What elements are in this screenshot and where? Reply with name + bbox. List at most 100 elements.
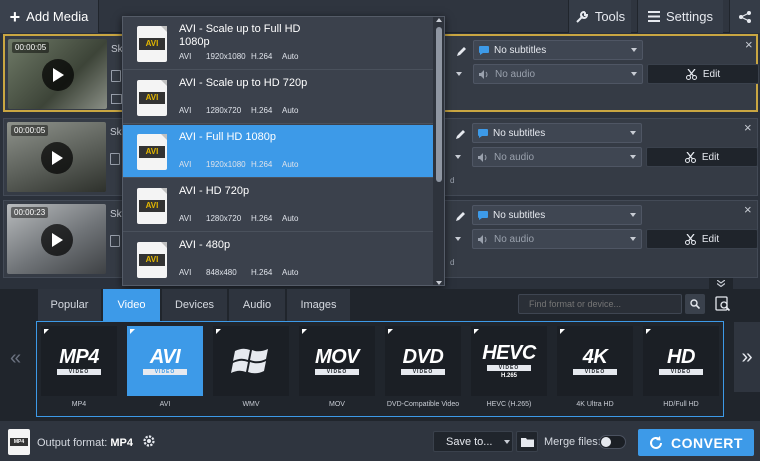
close-icon[interactable]: ×	[745, 38, 753, 51]
rename-pencil-icon[interactable]	[451, 42, 471, 60]
subtitles-value: No subtitles	[493, 209, 546, 221]
rename-pencil-icon[interactable]	[450, 207, 470, 225]
expand-panel-toggle[interactable]	[709, 278, 733, 289]
format-hevc[interactable]: HEVC VIDEO H.265 HEVC (H.265)	[471, 326, 547, 414]
format-wmv[interactable]: WMV	[213, 326, 289, 414]
gear-icon[interactable]	[141, 433, 157, 449]
duration-label: 00:00:05	[11, 125, 49, 136]
output-format-icon[interactable]: MP4	[8, 429, 30, 455]
edit-label: Edit	[701, 233, 720, 245]
format-avi[interactable]: AVI VIDEO AVI	[127, 326, 203, 414]
subtitles-select[interactable]: No subtitles	[472, 123, 642, 143]
chevron-down-icon	[504, 440, 510, 444]
speaker-icon	[478, 152, 489, 162]
share-button[interactable]	[729, 0, 760, 33]
file-info-icon[interactable]	[111, 70, 121, 82]
video-thumbnail[interactable]: 00:00:23	[7, 204, 106, 274]
wrench-icon	[575, 10, 589, 24]
subtitles-value: No subtitles	[494, 44, 547, 56]
menu-icon	[648, 11, 660, 22]
avi-file-icon: AVI	[137, 188, 167, 224]
hevc-logo-icon: HEVC VIDEO H.265	[482, 342, 536, 379]
close-icon[interactable]: ×	[744, 203, 752, 216]
chevron-down-icon	[630, 131, 636, 135]
mov-logo-icon: MOV VIDEO	[314, 346, 360, 375]
format-mov[interactable]: MOV VIDEO MOV	[299, 326, 375, 414]
subtitles-select[interactable]: No subtitles	[472, 205, 642, 225]
video-thumbnail[interactable]: 00:00:05	[7, 122, 106, 192]
play-icon[interactable]	[41, 224, 73, 256]
format-dvd[interactable]: DVD VIDEO DVD-Compatible Video	[385, 326, 461, 414]
edit-label: Edit	[701, 151, 720, 163]
preset-item[interactable]: AVI AVI - Scale up to HD 720p AVI 1280x72…	[123, 71, 434, 124]
tab-audio[interactable]: Audio	[229, 289, 286, 321]
speaker-icon	[479, 69, 490, 79]
format-name: HEVC (H.265)	[486, 401, 532, 408]
subtitles-select[interactable]: No subtitles	[473, 40, 643, 60]
avi-logo-icon: AVI VIDEO	[143, 347, 187, 375]
double-chevron-down-icon	[717, 280, 725, 287]
audio-select[interactable]: No audio	[472, 147, 642, 167]
format-mp4[interactable]: MP4 VIDEO MP4	[41, 326, 117, 414]
preset-item[interactable]: AVI AVI - 480p AVI 848x480 H.264 Auto	[123, 233, 434, 285]
save-to-label: Save to...	[446, 435, 493, 448]
preset-item[interactable]: AVI AVI - Scale up to Full HD 1080p AVI 1…	[123, 17, 434, 70]
scroll-left-arrow[interactable]: «	[10, 347, 21, 370]
audio-select[interactable]: No audio	[473, 64, 643, 84]
chevron-down-icon[interactable]	[455, 155, 461, 159]
subtitles-value: No subtitles	[493, 127, 546, 139]
scissors-icon	[684, 151, 696, 163]
file-info-icon[interactable]	[110, 235, 120, 247]
settings-label: Settings	[666, 9, 713, 24]
format-hd[interactable]: HD VIDEO HD/Full HD	[643, 326, 719, 414]
preset-item-selected[interactable]: AVI AVI - Full HD 1080p AVI 1920x1080 H.26…	[123, 125, 434, 178]
edit-button[interactable]: Edit	[646, 229, 758, 249]
4k-logo-icon: 4K VIDEO	[573, 347, 617, 375]
format-panel: Popular Video Devices Audio Images « MP4…	[0, 289, 760, 420]
preset-item[interactable]: AVI AVI - HD 720p AVI 1280x720 H.264 Auto	[123, 179, 434, 232]
play-icon[interactable]	[42, 59, 74, 91]
refresh-icon	[649, 435, 663, 450]
avi-file-icon: AVI	[137, 242, 167, 278]
scroll-right-arrow[interactable]: »	[734, 322, 760, 392]
windows-logo-icon	[231, 341, 271, 381]
close-icon[interactable]: ×	[744, 121, 752, 134]
video-thumbnail[interactable]: 00:00:05	[8, 39, 107, 109]
edit-button[interactable]: Edit	[647, 64, 759, 84]
audio-select[interactable]: No audio	[472, 229, 642, 249]
tab-video[interactable]: Video	[103, 289, 161, 321]
dropdown-scrollbar[interactable]	[433, 17, 444, 285]
tab-images[interactable]: Images	[287, 289, 351, 321]
rename-pencil-icon[interactable]	[450, 125, 470, 143]
preview-icon[interactable]	[111, 94, 122, 104]
chevron-up-icon[interactable]	[436, 18, 442, 22]
scissors-icon	[685, 68, 697, 80]
format-4k[interactable]: 4K VIDEO 4K Ultra HD	[557, 326, 633, 414]
add-media-button[interactable]: + Add Media	[0, 0, 99, 33]
tools-button[interactable]: Tools	[568, 0, 631, 33]
merge-files-toggle[interactable]	[599, 435, 626, 449]
chevron-down-icon[interactable]	[436, 281, 442, 285]
settings-button[interactable]: Settings	[637, 0, 723, 33]
chevron-down-icon	[631, 72, 637, 76]
search-input[interactable]	[518, 294, 682, 314]
edit-button[interactable]: Edit	[646, 147, 758, 167]
convert-button[interactable]: CONVERT	[638, 429, 754, 456]
preset-specs: AVI 1920x1080 H.264 Auto	[179, 160, 299, 169]
detect-device-button[interactable]	[712, 293, 734, 315]
file-info-icon[interactable]	[110, 153, 120, 165]
play-icon[interactable]	[41, 142, 73, 174]
tab-popular[interactable]: Popular	[38, 289, 102, 321]
scrollbar-thumb[interactable]	[436, 27, 442, 182]
chevron-down-icon[interactable]	[455, 237, 461, 241]
chevron-down-icon	[630, 213, 636, 217]
plus-icon: +	[9, 6, 21, 27]
save-to-select[interactable]: Save to...	[433, 431, 513, 452]
output-format-label: Output format: MP4	[37, 437, 133, 449]
preset-dropdown[interactable]: AVI AVI - Scale up to Full HD 1080p AVI 1…	[122, 16, 445, 286]
open-folder-button[interactable]	[516, 431, 538, 452]
tab-devices[interactable]: Devices	[162, 289, 228, 321]
subtitles-icon	[478, 210, 488, 220]
search-button[interactable]	[685, 294, 705, 314]
chevron-down-icon[interactable]	[456, 72, 462, 76]
